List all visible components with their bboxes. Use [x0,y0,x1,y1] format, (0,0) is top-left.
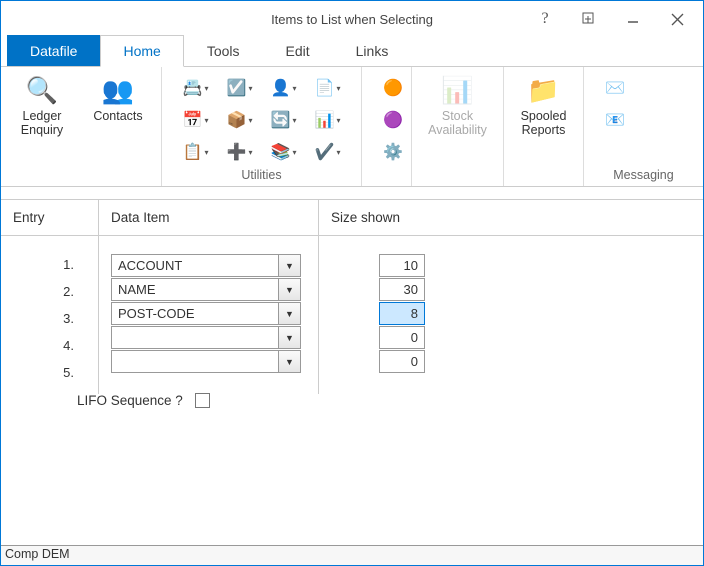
chevron-down-icon[interactable]: ▼ [278,255,300,276]
contacts-button[interactable]: 👥 Contacts [87,73,149,123]
util-icon-7[interactable]: 🔄▾ [263,105,305,135]
util-icon-11[interactable]: 📚▾ [263,137,305,167]
spooled-reports-button[interactable]: 📁 SpooledReports [514,73,573,138]
entry-number: 2. [63,281,86,303]
ledger-enquiry-button[interactable]: 🔍 LedgerEnquiry [11,73,73,138]
util-icon-4[interactable]: 📄▾ [307,73,349,103]
entry-number: 5. [63,362,86,384]
minimize-button[interactable] [611,5,655,33]
util-icon-5[interactable]: 📅▾ [175,105,217,135]
messaging-group-label: Messaging [594,168,693,184]
ribbon: 🔍 LedgerEnquiry 👥 Contacts 📇▾ ☑️▾ 👤▾ 📄▾ … [1,67,703,187]
tab-edit[interactable]: Edit [263,35,333,66]
entry-number-column: 1. 2. 3. 4. 5. [1,236,99,394]
form-panel: Entry Data Item Size shown 1. 2. 3. 4. 5. AC… [1,199,703,394]
data-item-value [112,327,278,348]
util-icon-3[interactable]: 👤▾ [263,73,305,103]
size-input-5[interactable]: 0 [379,350,425,373]
data-item-column: ACCOUNT▼NAME▼POST-CODE▼▼▼ [99,236,319,394]
ledger-enquiry-label: LedgerEnquiry [21,109,63,138]
window-title: Items to List when Selecting [271,12,433,27]
data-item-combo-1[interactable]: ACCOUNT▼ [111,254,301,277]
util-icon-2[interactable]: ☑️▾ [219,73,261,103]
tab-tools[interactable]: Tools [184,35,263,66]
size-input-4[interactable]: 0 [379,326,425,349]
spooled-reports-label: SpooledReports [521,109,567,138]
lifo-sequence-label: LIFO Sequence ? [77,393,183,408]
util-icon-6[interactable]: 📦▾ [219,105,261,135]
chevron-down-icon[interactable]: ▼ [278,303,300,324]
entry-number: 4. [63,335,86,357]
size-input-3[interactable]: 8 [379,302,425,325]
contacts-icon: 👥 [101,73,135,107]
header-size-shown: Size shown [319,200,703,235]
chevron-down-icon[interactable]: ▼ [278,351,300,372]
util-icon-12[interactable]: ✔️▾ [307,137,349,167]
utilities-grid: 📇▾ ☑️▾ 👤▾ 📄▾ 📅▾ 📦▾ 🔄▾ 📊▾ 📋▾ ➕▾ 📚▾ ✔️▾ [175,73,349,167]
entry-number: 3. [63,308,86,330]
utilities-group-label: Utilities [172,168,351,184]
data-item-value [112,351,278,372]
lifo-sequence-checkbox[interactable] [195,393,210,408]
folder-icon: 📁 [527,73,561,107]
purple-util-icon[interactable]: 🟣 [372,105,414,135]
header-data-item: Data Item [99,200,319,235]
magnifier-ledger-icon: 🔍 [25,73,59,107]
tab-links[interactable]: Links [333,35,412,66]
restore-button[interactable] [567,5,611,33]
util-icon-1[interactable]: 📇▾ [175,73,217,103]
stock-availability-button: 📊 StockAvailability [427,73,489,138]
close-button[interactable] [655,5,699,33]
data-item-combo-2[interactable]: NAME▼ [111,278,301,301]
status-bar: Comp DEM [1,545,703,565]
tab-home[interactable]: Home [100,35,183,67]
ribbon-tabs: Datafile Home Tools Edit Links [1,37,703,67]
orange-util-icon[interactable]: 🟠 [372,73,414,103]
data-item-value: ACCOUNT [112,255,278,276]
data-item-combo-5[interactable]: ▼ [111,350,301,373]
header-entry: Entry [1,200,99,235]
mail-send-icon[interactable]: ✉️ [594,73,636,103]
data-item-value: POST-CODE [112,303,278,324]
titlebar: Items to List when Selecting ? [1,1,703,37]
data-item-combo-3[interactable]: POST-CODE▼ [111,302,301,325]
stock-availability-label: StockAvailability [428,109,487,138]
util-icon-9[interactable]: 📋▾ [175,137,217,167]
size-input-1[interactable]: 10 [379,254,425,277]
size-input-2[interactable]: 30 [379,278,425,301]
contacts-label: Contacts [93,109,142,123]
gear-util-icon[interactable]: ⚙️ [372,137,414,167]
data-item-combo-4[interactable]: ▼ [111,326,301,349]
entry-number: 1. [63,254,86,276]
chevron-down-icon[interactable]: ▼ [278,279,300,300]
size-column: 1030800 [319,236,703,394]
util-icon-10[interactable]: ➕▾ [219,137,261,167]
mail-receive-icon[interactable]: 📧 [594,105,636,135]
help-button[interactable]: ? [523,5,567,33]
stock-chart-icon: 📊 [441,73,475,107]
data-item-value: NAME [112,279,278,300]
tab-datafile[interactable]: Datafile [7,35,100,66]
chevron-down-icon[interactable]: ▼ [278,327,300,348]
util-icon-8[interactable]: 📊▾ [307,105,349,135]
